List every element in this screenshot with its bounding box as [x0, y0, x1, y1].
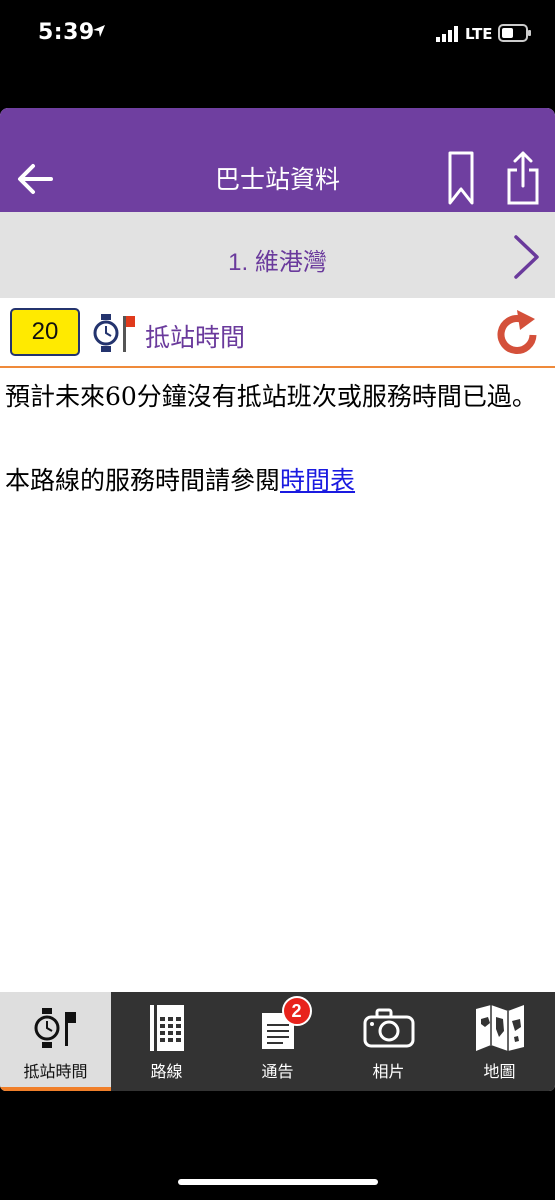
watch-flag-icon — [92, 312, 136, 359]
route-number-badge: 20 — [10, 308, 80, 356]
battery-icon — [498, 24, 532, 47]
app-window: 巴士站資料 1. 維港灣 20 抵站時間 預計未來60分鐘沒有抵站班次或服務時間… — [0, 108, 555, 1091]
tab-label: 通告 — [261, 1064, 294, 1081]
home-indicator[interactable] — [178, 1179, 378, 1185]
eta-content: 預計未來60分鐘沒有抵站班次或服務時間已過。 本路線的服務時間請參閱時間表 — [0, 370, 555, 502]
eta-header: 20 抵站時間 — [0, 298, 555, 368]
tab-bar: 抵站時間 路線 2 通告 相片 地圖 — [0, 992, 555, 1091]
tab-map[interactable]: 地圖 — [444, 992, 555, 1091]
timetable-note: 本路線的服務時間請參閱時間表 — [5, 460, 541, 502]
notice-count-badge: 2 — [281, 996, 312, 1026]
camera-icon — [363, 1002, 415, 1054]
tab-route[interactable]: 路線 — [111, 992, 222, 1091]
chevron-right-icon — [514, 235, 539, 279]
status-bar: 5:39 LTE — [0, 0, 555, 70]
refresh-button[interactable] — [490, 306, 544, 360]
bookmark-icon — [448, 151, 474, 205]
bookmark-button[interactable] — [440, 148, 482, 208]
tab-notices[interactable]: 2 通告 — [222, 992, 333, 1091]
no-arrival-message: 預計未來60分鐘沒有抵站班次或服務時間已過。 — [5, 382, 537, 411]
nav-bar: 巴士站資料 — [0, 108, 555, 212]
next-stop-button[interactable] — [508, 232, 544, 282]
notice-icon: 2 — [258, 996, 312, 1054]
timetable-prefix: 本路線的服務時間請參閱 — [5, 466, 281, 495]
stop-selector: 1. 維港灣 — [0, 212, 555, 298]
stop-name: 1. 維港灣 — [228, 249, 327, 276]
watch-flag-icon — [34, 1002, 78, 1054]
tab-label: 路線 — [150, 1064, 183, 1081]
tab-arrival-time[interactable]: 抵站時間 — [0, 992, 111, 1091]
tab-label: 地圖 — [483, 1064, 516, 1081]
eta-label: 抵站時間 — [145, 324, 246, 352]
network-type: LTE — [465, 25, 493, 43]
tab-label: 抵站時間 — [23, 1064, 88, 1081]
tab-label: 相片 — [372, 1064, 405, 1081]
timetable-link[interactable]: 時間表 — [280, 466, 355, 495]
map-icon — [474, 1002, 526, 1054]
share-button[interactable] — [500, 146, 546, 210]
location-arrow-icon — [92, 24, 106, 43]
tab-photos[interactable]: 相片 — [333, 992, 444, 1091]
refresh-icon — [497, 310, 537, 354]
status-time: 5:39 — [38, 20, 95, 45]
route-grid-icon — [148, 1002, 186, 1054]
signal-icon — [436, 26, 460, 47]
share-icon — [507, 151, 539, 205]
